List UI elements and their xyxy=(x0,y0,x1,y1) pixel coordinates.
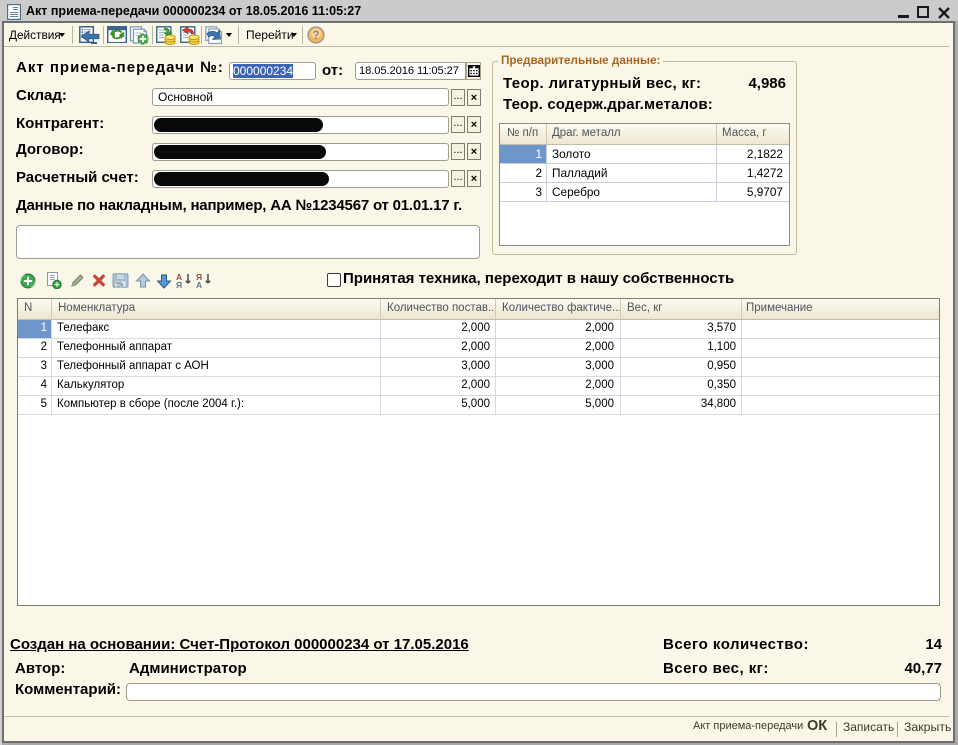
svg-text:?: ? xyxy=(312,30,319,42)
svg-text:Я: Я xyxy=(176,280,182,289)
svg-text:А: А xyxy=(196,280,202,289)
svg-text:ОК: ОК xyxy=(117,283,124,288)
